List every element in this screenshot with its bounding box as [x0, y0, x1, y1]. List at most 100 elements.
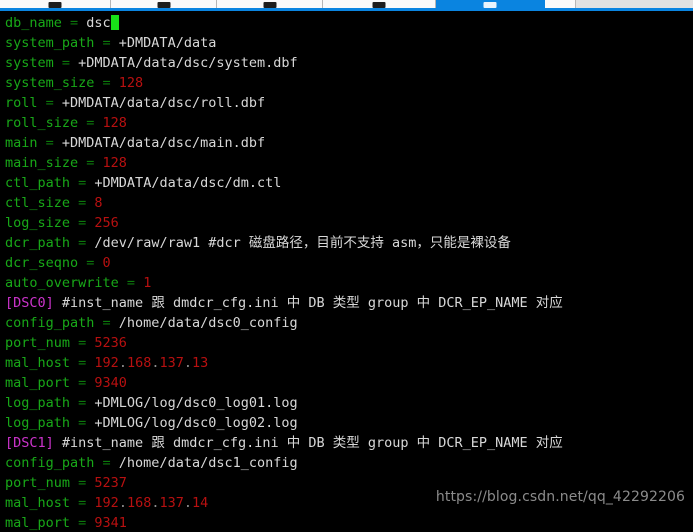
config-key: roll_size	[5, 115, 79, 131]
config-file-lines: db_name = dsc system_path = +DMDATA/data s…	[0, 13, 693, 532]
config-value: 5236	[94, 335, 127, 351]
config-key: auto_overwrite	[5, 275, 119, 291]
config-value: 0	[102, 255, 111, 271]
config-value: +DMLOG/log/dsc0_log01.log	[94, 395, 298, 411]
section-header: [DSC0]	[5, 295, 54, 311]
section-comment: #inst_name 跟 dmdcr_cfg.ini 中 DB 类型 group…	[53, 435, 563, 451]
assignment-operator: =	[70, 215, 95, 231]
config-key: mal_port	[5, 515, 71, 531]
config-entry-line: log_path = +DMLOG/log/dsc0_log01.log	[0, 393, 693, 413]
browser-tab-3[interactable]	[217, 0, 323, 8]
config-key: config_path	[5, 455, 95, 471]
config-value: +DMDATA/data/dsc/roll.dbf	[61, 95, 266, 111]
config-entry-line: main_size = 128	[0, 153, 693, 173]
config-value: /dev/raw/raw1 #dcr 磁盘路径，目前不支持 asm，只能是裸设备	[94, 235, 511, 251]
config-entry-line: log_path = +DMLOG/log/dsc0_log02.log	[0, 413, 693, 433]
config-key: system_path	[5, 35, 95, 51]
config-entry-line: config_path = /home/data/dsc1_config	[0, 453, 693, 473]
assignment-operator: =	[70, 175, 95, 191]
config-value: 14	[192, 495, 209, 511]
browser-tab-1[interactable]	[0, 0, 111, 8]
config-value: 5237	[94, 475, 127, 491]
config-key: port_num	[5, 475, 71, 491]
assignment-operator: =	[70, 355, 95, 371]
browser-tab-6[interactable]	[545, 0, 576, 8]
config-value: 128	[118, 75, 144, 91]
config-key: log_path	[5, 395, 71, 411]
assignment-operator: =	[70, 195, 95, 211]
browser-tab-strip[interactable]	[0, 0, 693, 11]
assignment-operator: =	[70, 415, 95, 431]
config-value: 192	[94, 495, 119, 511]
config-entry-line: main = +DMDATA/data/dsc/main.dbf	[0, 133, 693, 153]
ip-separator: .	[118, 495, 127, 511]
ip-separator: .	[183, 495, 193, 511]
config-entry-line: system_size = 128	[0, 73, 693, 93]
config-key: dcr_path	[5, 235, 71, 251]
config-key: mal_host	[5, 355, 71, 371]
config-entry-line: ctl_path = +DMDATA/data/dsc/dm.ctl	[0, 173, 693, 193]
config-value: 128	[102, 155, 127, 171]
screenshot-root: db_name = dsc system_path = +DMDATA/data s…	[0, 0, 693, 532]
config-value: 128	[102, 115, 127, 131]
config-value: 137	[159, 355, 184, 371]
config-value: 192	[94, 355, 119, 371]
browser-tab-5[interactable]	[436, 0, 545, 8]
assignment-operator: =	[70, 395, 95, 411]
config-key: config_path	[5, 315, 95, 331]
assignment-operator: =	[94, 75, 119, 91]
config-entry-line: roll = +DMDATA/data/dsc/roll.dbf	[0, 93, 693, 113]
browser-tab-4[interactable]	[323, 0, 436, 8]
config-value: 8	[94, 195, 103, 211]
assignment-operator: =	[118, 275, 144, 291]
config-key: dcr_seqno	[5, 255, 79, 271]
config-entry-line: auto_overwrite = 1	[0, 273, 693, 293]
config-value: 168	[126, 355, 152, 371]
config-entry-line: db_name = dsc	[0, 13, 693, 33]
config-key: log_size	[5, 215, 71, 231]
config-value: +DMDATA/data/dsc/system.dbf	[78, 55, 298, 71]
config-value: 168	[126, 495, 152, 511]
config-entry-line: config_path = /home/data/dsc0_config	[0, 313, 693, 333]
config-value: dsc	[86, 15, 111, 31]
config-key: mal_port	[5, 375, 71, 391]
config-key: roll	[5, 95, 38, 111]
assignment-operator: =	[70, 335, 95, 351]
config-key: system	[5, 55, 54, 71]
config-key: main	[5, 135, 38, 151]
assignment-operator: =	[53, 55, 79, 71]
config-entry-line: dcr_path = /dev/raw/raw1 #dcr 磁盘路径，目前不支持…	[0, 233, 693, 253]
ip-separator: .	[183, 355, 193, 371]
ip-separator: .	[118, 355, 127, 371]
config-value: +DMDATA/data	[118, 35, 217, 51]
config-key: port_num	[5, 335, 71, 351]
config-key: db_name	[5, 15, 62, 31]
config-key: ctl_path	[5, 175, 71, 191]
watermark-url: https://blog.csdn.net/qq_42292206	[435, 489, 685, 505]
config-entry-line: port_num = 5236	[0, 333, 693, 353]
config-value: +DMDATA/data/dsc/main.dbf	[61, 135, 266, 151]
config-key: main_size	[5, 155, 79, 171]
section-comment: #inst_name 跟 dmdcr_cfg.ini 中 DB 类型 group…	[53, 295, 563, 311]
config-entry-line: mal_host = 192.168.137.13	[0, 353, 693, 373]
config-value: /home/data/dsc1_config	[118, 455, 298, 471]
browser-tab-2[interactable]	[111, 0, 217, 8]
config-entry-line: ctl_size = 8	[0, 193, 693, 213]
config-value: 13	[192, 355, 209, 371]
assignment-operator: =	[70, 515, 95, 531]
assignment-operator: =	[37, 135, 62, 151]
config-entry-line: system = +DMDATA/data/dsc/system.dbf	[0, 53, 693, 73]
config-value: 137	[159, 495, 184, 511]
config-value: 9340	[94, 375, 127, 391]
config-entry-line: log_size = 256	[0, 213, 693, 233]
config-entry-line: mal_port = 9340	[0, 373, 693, 393]
config-value: +DMLOG/log/dsc0_log02.log	[94, 415, 298, 431]
config-key: ctl_size	[5, 195, 71, 211]
config-entry-line: dcr_seqno = 0	[0, 253, 693, 273]
config-value: 9341	[94, 515, 127, 531]
terminal-editor-pane[interactable]: db_name = dsc system_path = +DMDATA/data s…	[0, 11, 693, 532]
assignment-operator: =	[70, 495, 95, 511]
assignment-operator: =	[78, 255, 103, 271]
assignment-operator: =	[70, 475, 95, 491]
assignment-operator: =	[94, 455, 119, 471]
